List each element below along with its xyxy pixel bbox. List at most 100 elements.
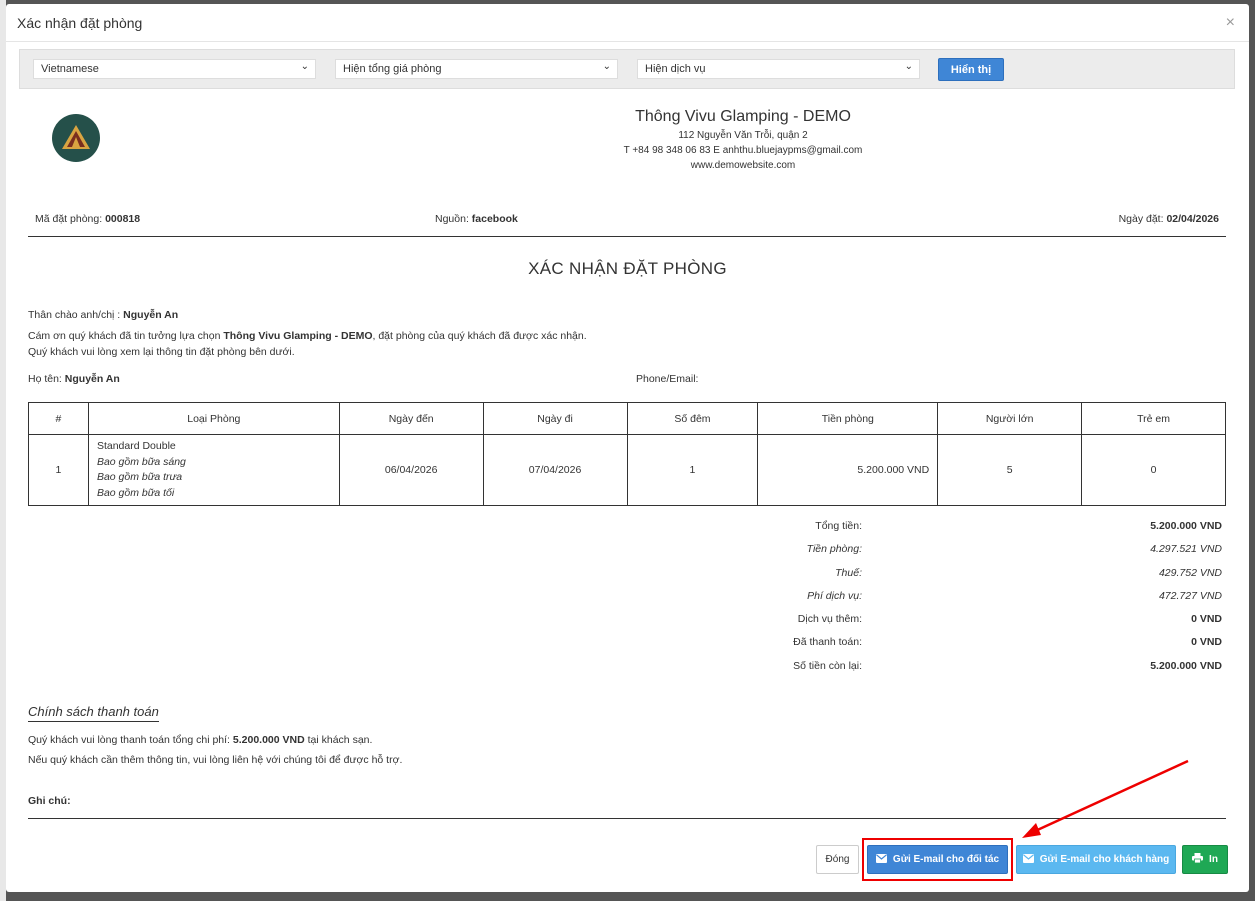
thanks-post: , đặt phòng của quý khách đã được xác nh… (372, 330, 587, 342)
tent-logo-icon (62, 125, 90, 149)
hotel-contact: T +84 98 348 06 83 E anhthu.bluejaypms@g… (623, 145, 863, 156)
hotel-info: Thông Vivu Glamping - DEMO 112 Nguyễn Vă… (543, 108, 943, 171)
service-fee-value: 472.727 VND (1158, 589, 1222, 602)
extra-services-value: 0 VND (1191, 613, 1222, 626)
chevron-down-icon: ⌄ (904, 61, 913, 72)
departure-date: 07/04/2026 (482, 434, 628, 506)
balance-value: 5.200.000 VND (1150, 659, 1222, 672)
table-header-row: # Loại Phòng Ngày đến Ngày đi Số đêm Tiề… (28, 402, 1226, 435)
room-inclusion: Bao gồm bữa sáng (96, 455, 186, 468)
total-value: 5.200.000 VND (1150, 520, 1222, 532)
table-row: 1 Standard Double Bao gồm bữa sáng Bao g… (28, 434, 1226, 506)
fullname-label: Họ tên: (28, 373, 65, 385)
printer-icon (1192, 853, 1204, 866)
booking-confirmation-modal: Xác nhận đặt phòng × Vietnamese ⌄ Hiện t… (6, 4, 1249, 892)
guest-fullname: Họ tên: Nguyễn An (28, 373, 120, 385)
note-divider (28, 818, 1226, 819)
modal-title: Xác nhận đặt phòng (17, 14, 143, 31)
policy-amount: 5.200.000 VND (232, 734, 305, 746)
adults: 5 (937, 434, 1083, 506)
row-index: 1 (28, 434, 89, 506)
close-button[interactable]: Đóng (816, 845, 859, 874)
hotel-website: www.demowebsite.com (690, 160, 796, 171)
room-type: Standard Double (96, 440, 176, 452)
email-guest-label: Gửi E-mail cho khách hàng (1039, 854, 1170, 865)
column-header: Loại Phòng (87, 402, 340, 435)
extra-services-label: Dịch vụ thêm: (797, 613, 862, 626)
tax-row: Thuế: 429.752 VND (28, 567, 1226, 590)
room-inclusion: Bao gồm bữa tối (96, 486, 175, 499)
rooms-table: # Loại Phòng Ngày đến Ngày đi Số đêm Tiề… (28, 402, 1226, 506)
hotel-name: Thông Vivu Glamping - DEMO (635, 108, 851, 125)
language-select-value: Vietnamese (41, 63, 99, 75)
greeting-guest-name: Nguyễn An (123, 309, 179, 321)
booking-source-value: facebook (471, 213, 518, 225)
thanks-text: Cám ơn quý khách đã tin tưởng lựa chọn T… (28, 330, 587, 342)
booking-code: Mã đặt phòng: 000818 (35, 213, 140, 225)
tax-value: 429.752 VND (1158, 566, 1222, 579)
contact-note: Nếu quý khách cần thêm thông tin, vui lò… (28, 754, 403, 766)
header-divider (28, 236, 1226, 237)
hotel-logo (52, 114, 100, 162)
thanks-hotel: Thông Vivu Glamping - DEMO (223, 330, 373, 342)
arrival-date: 06/04/2026 (338, 434, 484, 506)
service-display-select-value: Hiện dịch vụ (645, 63, 706, 75)
review-note: Quý khách vui lòng xem lại thông tin đặt… (28, 346, 295, 358)
room-charge-value: 4.297.521 VND (1150, 543, 1222, 556)
service-fee-label: Phí dịch vụ: (807, 589, 862, 602)
nights: 1 (626, 434, 759, 506)
thanks-pre: Cám ơn quý khách đã tin tưởng lựa chọn (28, 330, 224, 342)
fullname-value: Nguyễn An (64, 373, 120, 385)
price-display-select-value: Hiện tổng giá phòng (343, 63, 442, 75)
booking-code-value: 000818 (105, 213, 141, 225)
close-icon[interactable]: × (1226, 14, 1235, 32)
close-button-label: Đóng (825, 854, 850, 865)
chevron-down-icon: ⌄ (602, 61, 611, 72)
greeting-label: Thân chào anh/chị : (28, 309, 124, 321)
booking-code-label: Mã đặt phòng: (35, 213, 106, 225)
column-header: Ngày đến (338, 402, 484, 435)
column-header: Người lớn (937, 402, 1083, 435)
booking-source-label: Nguồn: (435, 213, 472, 225)
show-button[interactable]: Hiển thị (938, 58, 1004, 81)
balance-row: Số tiền còn lại: 5.200.000 VND (28, 660, 1226, 683)
total-row: Tổng tiền: 5.200.000 VND (28, 520, 1226, 543)
room-type-cell: Standard Double Bao gồm bữa sáng Bao gồm… (87, 434, 340, 506)
document-title: XÁC NHẬN ĐẶT PHÒNG (528, 259, 727, 278)
policy-line1-pre: Quý khách vui lòng thanh toán tổng chi p… (28, 734, 233, 746)
price-display-select[interactable]: Hiện tổng giá phòng ⌄ (335, 59, 618, 79)
room-inclusion: Bao gồm bữa trưa (96, 471, 183, 483)
print-button[interactable]: In (1182, 845, 1228, 874)
total-label: Tổng tiền: (815, 520, 862, 532)
annotation-highlight-box (862, 838, 1013, 881)
totals-summary: Tổng tiền: 5.200.000 VND Tiền phòng: 4.297… (28, 520, 1226, 683)
policy-line1-post: tại khách sạn. (304, 734, 373, 746)
print-label: In (1209, 854, 1218, 865)
children: 0 (1081, 434, 1226, 506)
column-header: Ngày đi (482, 402, 628, 435)
modal-header: Xác nhận đặt phòng (6, 4, 1249, 42)
column-header: # (28, 402, 89, 435)
booking-date-label: Ngày đặt: (1118, 213, 1167, 225)
paid-row: Đã thanh toán: 0 VND (28, 636, 1226, 659)
language-select[interactable]: Vietnamese ⌄ (33, 59, 316, 79)
chevron-down-icon: ⌄ (300, 61, 309, 72)
payment-policy-title: Chính sách thanh toán (28, 704, 159, 722)
room-price: 5.200.000 VND (757, 434, 939, 506)
service-fee-row: Phí dịch vụ: 472.727 VND (28, 590, 1226, 613)
booking-date: Ngày đặt: 02/04/2026 (1119, 213, 1219, 225)
paid-value: 0 VND (1191, 636, 1222, 649)
room-charge-label: Tiền phòng: (806, 543, 862, 556)
note-label: Ghi chú: (28, 795, 71, 807)
column-header: Trẻ em (1081, 402, 1226, 435)
paid-label: Đã thanh toán: (793, 636, 862, 649)
payment-policy-line: Quý khách vui lòng thanh toán tổng chi p… (28, 734, 372, 746)
column-header: Số đêm (626, 402, 759, 435)
column-header: Tiền phòng (757, 402, 939, 435)
hotel-address: 112 Nguyễn Văn Trỗi, quận 2 (678, 130, 808, 141)
email-guest-button[interactable]: Gửi E-mail cho khách hàng (1016, 845, 1176, 874)
balance-label: Số tiền còn lại: (793, 659, 862, 672)
service-display-select[interactable]: Hiện dịch vụ ⌄ (637, 59, 920, 79)
phone-email-label: Phone/Email: (636, 373, 699, 385)
booking-date-value: 02/04/2026 (1166, 213, 1219, 225)
